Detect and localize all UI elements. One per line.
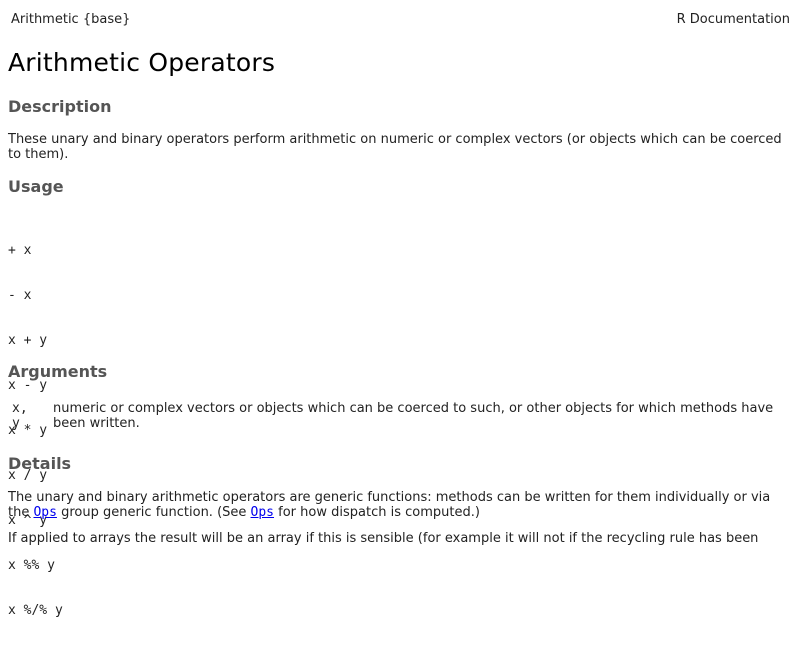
details-heading: Details bbox=[8, 454, 72, 473]
argument-name: x, y bbox=[12, 401, 28, 431]
doc-label: R Documentation bbox=[676, 12, 790, 27]
package-label: Arithmetic {base} bbox=[11, 12, 131, 27]
usage-line: + x bbox=[8, 243, 32, 258]
usage-heading: Usage bbox=[8, 177, 64, 196]
arguments-heading: Arguments bbox=[8, 362, 108, 381]
description-text: These unary and binary operators perform… bbox=[8, 132, 782, 162]
page-title: Arithmetic Operators bbox=[8, 48, 276, 77]
usage-line: - x bbox=[8, 288, 32, 303]
details-paragraph-2: If applied to arrays the result will be … bbox=[8, 531, 759, 546]
description-heading: Description bbox=[8, 97, 112, 116]
details-paragraph-1: The unary and binary arithmetic operator… bbox=[8, 490, 771, 520]
usage-line: x %% y bbox=[8, 558, 55, 573]
usage-line: x %/% y bbox=[8, 603, 63, 618]
ops-link[interactable]: Ops bbox=[33, 505, 56, 520]
argument-description: numeric or complex vectors or objects wh… bbox=[53, 401, 774, 431]
usage-line: x + y bbox=[8, 333, 48, 348]
page-header: Arithmetic {base} R Documentation bbox=[11, 12, 790, 28]
ops-link[interactable]: Ops bbox=[251, 505, 274, 520]
